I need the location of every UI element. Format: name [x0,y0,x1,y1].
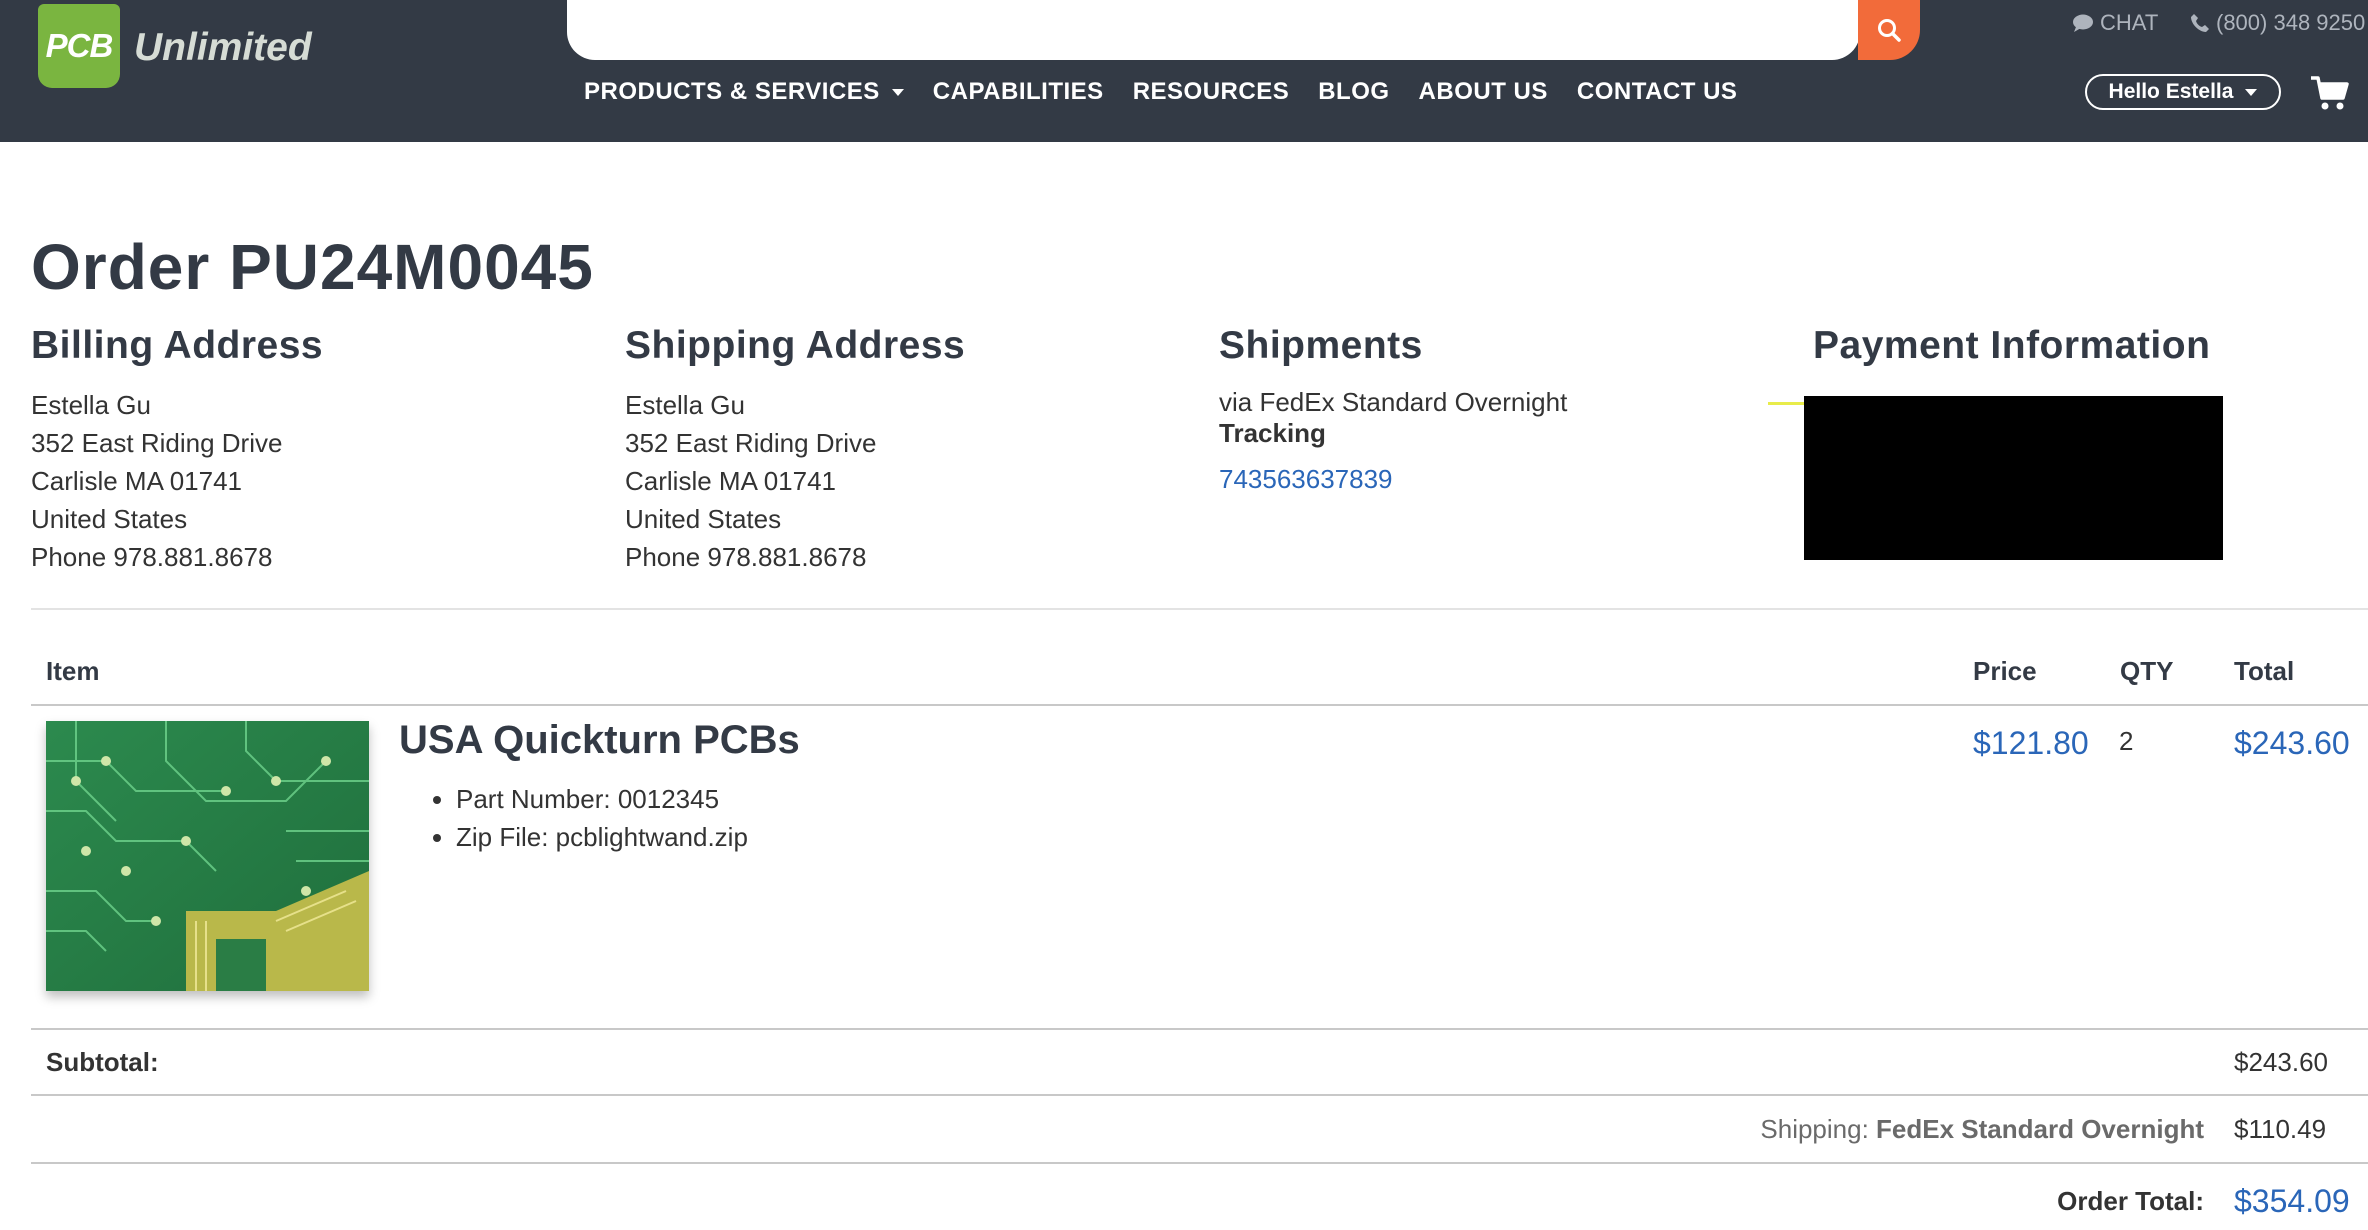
shipping-summary: Shipping: FedEx Standard Overnight [1760,1114,2204,1145]
site-header: PCB Unlimited CHAT (800) 348 9250 PRODUC… [0,0,2368,142]
shipping-value: $110.49 [2234,1114,2327,1144]
nav-blog[interactable]: BLOG [1318,78,1389,106]
nav-about-us[interactable]: ABOUT US [1419,78,1548,106]
search-button[interactable] [1858,0,1920,60]
summary-divider [31,1162,2368,1164]
chat-link[interactable]: CHAT [2072,10,2158,36]
chat-bubble-icon [2073,14,2093,32]
shipping-name: Estella Gu [625,390,745,420]
shipping-prefix: Shipping: [1760,1114,1869,1144]
nav-label: BLOG [1318,78,1390,105]
payment-information-heading: Payment Information [1813,324,2211,367]
logo-text: PCB [45,27,114,64]
page-title: Order PU24M0045 [31,231,594,303]
column-header-qty: QTY [2120,656,2174,686]
chat-label: CHAT [2100,10,2159,35]
item-price: $121.80 [1973,725,2089,761]
shipping-city: Carlisle MA 01741 [625,466,836,496]
product-name: USA Quickturn PCBs [399,718,800,762]
cart-button[interactable] [2310,74,2350,119]
column-header-total: Total [2234,656,2295,686]
nav-capabilities[interactable]: CAPABILITIES [933,78,1104,106]
nav-contact-us[interactable]: CONTACT US [1577,78,1738,106]
tracking-number-link[interactable]: 743563637839 [1219,460,1779,498]
table-header-divider [31,704,2368,706]
subtotal-label: Subtotal: [46,1047,159,1077]
nav-label: CAPABILITIES [932,78,1104,105]
shipping-address-section: Shipping Address Estella Gu 352 East Rid… [625,324,1185,576]
row-divider [31,1028,2368,1030]
nav-label: PRODUCTS & SERVICES [584,78,880,105]
nav-label: RESOURCES [1132,78,1290,105]
phone-link[interactable]: (800) 348 9250 [2190,10,2365,36]
main-nav: PRODUCTS & SERVICES CAPABILITIES RESOURC… [584,78,1737,106]
billing-city: Carlisle MA 01741 [31,466,242,496]
column-header-price: Price [1973,656,2037,686]
chevron-down-icon [2245,88,2258,96]
nav-resources[interactable]: RESOURCES [1133,78,1290,106]
shipments-section: Shipments via FedEx Standard Overnight T… [1219,324,1779,498]
payment-information-section: Payment Information [1813,324,2368,386]
billing-street: 352 East Riding Drive [31,428,283,458]
billing-address-section: Billing Address Estella Gu 352 East Ridi… [31,324,591,576]
shipping-phone: Phone 978.881.8678 [625,542,867,572]
product-image [46,721,369,991]
logo-badge: PCB [38,4,120,88]
billing-address-heading: Billing Address [31,324,324,367]
chevron-down-icon [891,88,904,96]
redacted-payment-block [1804,396,2223,560]
subtotal-value: $243.60 [2234,1047,2328,1077]
logo-wordmark: Unlimited [134,26,312,69]
shipping-street: 352 East Riding Drive [625,428,877,458]
zip-file: Zip File: pcblightwand.zip [456,818,748,856]
shipping-country: United States [625,504,782,534]
shipping-address-heading: Shipping Address [625,324,966,367]
phone-icon [2191,14,2209,32]
tracking-label: Tracking [1219,418,1326,448]
shipment-method: via FedEx Standard Overnight [1219,387,1568,417]
search-input[interactable] [587,8,1801,54]
shopping-cart-icon [2311,76,2349,110]
nav-label: CONTACT US [1576,78,1738,105]
column-header-item: Item [46,656,100,686]
nav-products-services[interactable]: PRODUCTS & SERVICES [584,78,904,106]
part-number: Part Number: 0012345 [456,780,748,818]
account-menu-button[interactable]: Hello Estella [2085,74,2281,110]
search-bar [567,0,1860,60]
user-greeting: Hello Estella [2108,80,2234,103]
section-divider [31,608,2368,610]
search-icon [1878,19,1901,42]
product-attributes: Part Number: 0012345 Zip File: pcblightw… [412,780,748,856]
phone-number: (800) 348 9250 [2216,10,2366,35]
shipments-heading: Shipments [1219,324,1423,367]
shipping-method: FedEx Standard Overnight [1876,1114,2204,1144]
billing-name: Estella Gu [31,390,151,420]
order-total-value: $354.09 [2234,1183,2350,1219]
billing-phone: Phone 978.881.8678 [31,542,273,572]
item-qty: 2 [2119,726,2134,756]
summary-divider [31,1094,2368,1096]
order-total-label: Order Total: [2057,1186,2204,1216]
billing-country: United States [31,504,188,534]
nav-label: ABOUT US [1418,78,1548,105]
item-total: $243.60 [2234,725,2350,761]
